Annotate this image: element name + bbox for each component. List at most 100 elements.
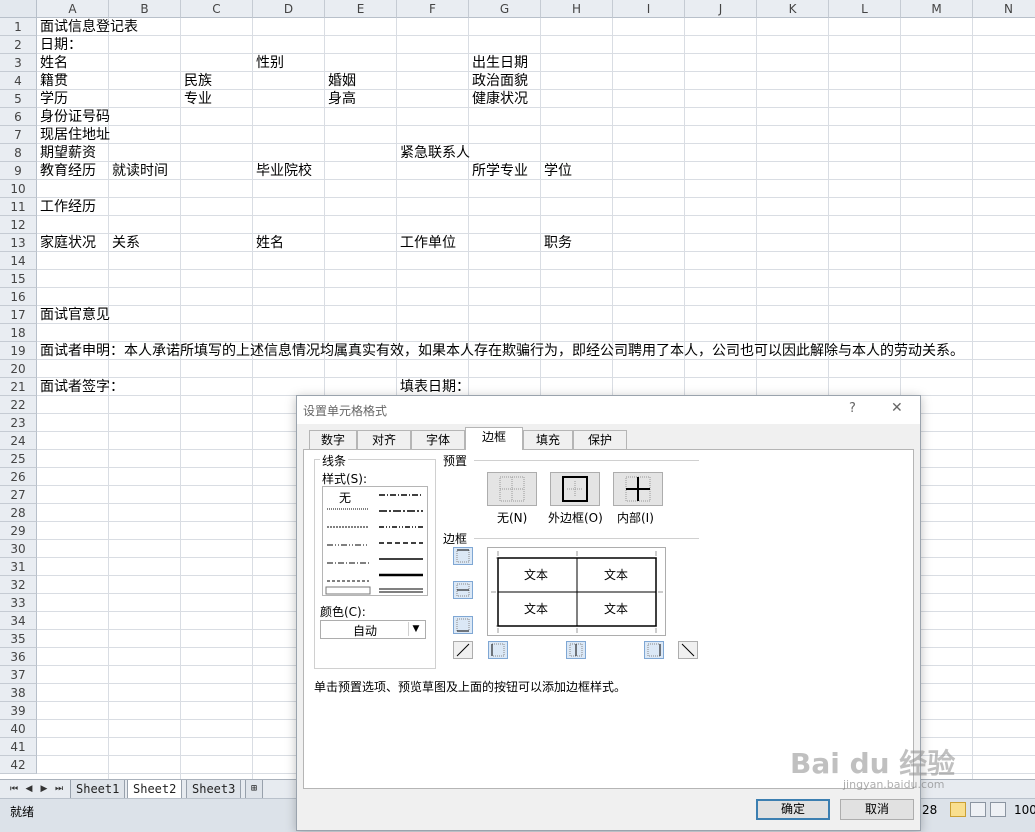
row-header-31[interactable]: 31 — [0, 558, 37, 576]
tab-font[interactable]: 字体 — [411, 430, 465, 449]
row-header-19[interactable]: 19 — [0, 342, 37, 360]
cell-A4[interactable]: 籍贯 — [37, 72, 68, 90]
insert-sheet-icon[interactable]: ⊞ — [245, 780, 264, 799]
border-middle-horizontal-button[interactable] — [453, 581, 473, 599]
page-break-view-icon[interactable] — [990, 802, 1006, 817]
sheet-tab-2[interactable]: Sheet2 — [127, 780, 183, 799]
row-header-26[interactable]: 26 — [0, 468, 37, 486]
cell-D9[interactable]: 毕业院校 — [253, 162, 312, 180]
row-header-6[interactable]: 6 — [0, 108, 37, 126]
cell-B13[interactable]: 关系 — [109, 234, 140, 252]
row-header-1[interactable]: 1 — [0, 18, 37, 36]
cell-A1[interactable]: 面试信息登记表 — [37, 18, 138, 36]
row-header-40[interactable]: 40 — [0, 720, 37, 738]
cancel-button[interactable]: 取消 — [840, 799, 914, 820]
ok-button[interactable]: 确定 — [756, 799, 830, 820]
cell-D13[interactable]: 姓名 — [253, 234, 284, 252]
row-header-9[interactable]: 9 — [0, 162, 37, 180]
cell-A9[interactable]: 教育经历 — [37, 162, 96, 180]
row-header-28[interactable]: 28 — [0, 504, 37, 522]
cell-D3[interactable]: 性别 — [253, 54, 284, 72]
next-sheet-icon[interactable]: ▶ — [38, 783, 50, 795]
row-header-20[interactable]: 20 — [0, 360, 37, 378]
row-header-24[interactable]: 24 — [0, 432, 37, 450]
column-header-M[interactable]: M — [901, 0, 973, 18]
preset-none-button[interactable] — [487, 472, 537, 506]
sheet-tab-1[interactable]: Sheet1 — [70, 780, 126, 799]
cell-F21[interactable]: 填表日期： — [397, 378, 470, 396]
preset-inside-button[interactable] — [613, 472, 663, 506]
color-select[interactable]: 自动 ▼ — [320, 620, 426, 639]
column-header-A[interactable]: A — [37, 0, 109, 18]
tab-fill[interactable]: 填充 — [523, 430, 573, 449]
column-header-K[interactable]: K — [757, 0, 829, 18]
column-header-N[interactable]: N — [973, 0, 1035, 18]
cell-A8[interactable]: 期望薪资 — [37, 144, 96, 162]
row-header-13[interactable]: 13 — [0, 234, 37, 252]
row-header-15[interactable]: 15 — [0, 270, 37, 288]
cell-A21[interactable]: 面试者签字： — [37, 378, 124, 396]
column-header-E[interactable]: E — [325, 0, 397, 18]
row-header-32[interactable]: 32 — [0, 576, 37, 594]
row-header-38[interactable]: 38 — [0, 684, 37, 702]
prev-sheet-icon[interactable]: ◀ — [23, 783, 35, 795]
row-header-34[interactable]: 34 — [0, 612, 37, 630]
row-header-36[interactable]: 36 — [0, 648, 37, 666]
border-right-button[interactable] — [644, 641, 664, 659]
tab-border[interactable]: 边框 — [465, 427, 523, 450]
cell-A2[interactable]: 日期： — [37, 36, 82, 54]
cell-C4[interactable]: 民族 — [181, 72, 212, 90]
sheet-tab-3[interactable]: Sheet3 — [186, 780, 242, 799]
column-header-H[interactable]: H — [541, 0, 613, 18]
row-header-7[interactable]: 7 — [0, 126, 37, 144]
help-button[interactable]: ? — [849, 401, 856, 416]
column-header-L[interactable]: L — [829, 0, 901, 18]
cell-G3[interactable]: 出生日期 — [469, 54, 528, 72]
row-header-42[interactable]: 42 — [0, 756, 37, 774]
row-header-41[interactable]: 41 — [0, 738, 37, 756]
tab-protection[interactable]: 保护 — [573, 430, 627, 449]
row-header-2[interactable]: 2 — [0, 36, 37, 54]
cell-A19[interactable]: 面试者申明：本人承诺所填写的上述信息情况均属真实有效，如果本人存在欺骗行为，即经… — [37, 342, 964, 360]
preset-outline-button[interactable] — [550, 472, 600, 506]
column-header-C[interactable]: C — [181, 0, 253, 18]
row-header-23[interactable]: 23 — [0, 414, 37, 432]
border-preview[interactable]: 文本 文本 文本 文本 — [487, 547, 666, 636]
cell-A17[interactable]: 面试官意见 — [37, 306, 110, 324]
row-header-33[interactable]: 33 — [0, 594, 37, 612]
cell-A11[interactable]: 工作经历 — [37, 198, 96, 216]
cell-E5[interactable]: 身高 — [325, 90, 356, 108]
row-header-37[interactable]: 37 — [0, 666, 37, 684]
border-diagonal-up-button[interactable] — [453, 641, 473, 659]
select-all-corner[interactable] — [0, 0, 37, 18]
row-header-16[interactable]: 16 — [0, 288, 37, 306]
row-header-3[interactable]: 3 — [0, 54, 37, 72]
tab-number[interactable]: 数字 — [309, 430, 357, 449]
cell-F8[interactable]: 紧急联系人 — [397, 144, 470, 162]
last-sheet-icon[interactable]: ⏭ — [53, 783, 65, 795]
first-sheet-icon[interactable]: ⏮ — [8, 783, 20, 795]
row-header-14[interactable]: 14 — [0, 252, 37, 270]
line-style-swatches[interactable] — [323, 487, 427, 595]
border-middle-vertical-button[interactable] — [566, 641, 586, 659]
cell-C5[interactable]: 专业 — [181, 90, 212, 108]
cell-A6[interactable]: 身份证号码 — [37, 108, 110, 126]
row-header-17[interactable]: 17 — [0, 306, 37, 324]
page-layout-view-icon[interactable] — [970, 802, 986, 817]
cell-G5[interactable]: 健康状况 — [469, 90, 528, 108]
column-header-G[interactable]: G — [469, 0, 541, 18]
border-top-button[interactable] — [453, 547, 473, 565]
cell-H13[interactable]: 职务 — [541, 234, 572, 252]
row-header-22[interactable]: 22 — [0, 396, 37, 414]
close-button[interactable]: ✕ — [891, 400, 903, 416]
column-header-I[interactable]: I — [613, 0, 685, 18]
cell-A7[interactable]: 现居住地址 — [37, 126, 110, 144]
column-header-B[interactable]: B — [109, 0, 181, 18]
dialog-titlebar[interactable]: 设置单元格格式 ? ✕ — [297, 396, 920, 424]
border-diagonal-down-button[interactable] — [678, 641, 698, 659]
row-header-39[interactable]: 39 — [0, 702, 37, 720]
cell-H9[interactable]: 学位 — [541, 162, 572, 180]
border-bottom-button[interactable] — [453, 616, 473, 634]
cell-G4[interactable]: 政治面貌 — [469, 72, 528, 90]
tab-alignment[interactable]: 对齐 — [357, 430, 411, 449]
